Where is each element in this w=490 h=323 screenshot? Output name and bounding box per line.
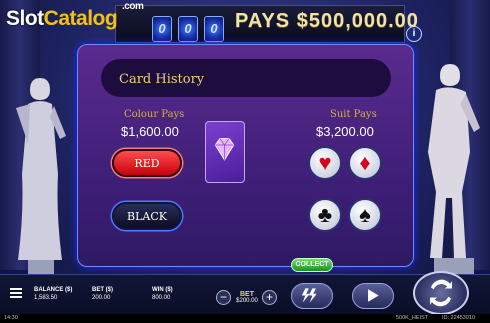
watermark-slot: Slot <box>6 7 44 30</box>
bet-stepper-label: BET <box>240 291 254 298</box>
red-button[interactable]: RED <box>112 149 182 177</box>
gamble-panel: Card History Colour Pays $1,600.00 Suit … <box>77 44 414 267</box>
collect-button[interactable]: COLLECT <box>291 258 333 272</box>
lightning-icon <box>301 288 317 303</box>
balance-display: BALANCE ($) 1,583.50 <box>34 287 72 301</box>
win-display: WIN ($) 800.00 <box>152 287 173 301</box>
hearts-button[interactable]: ♥ <box>308 146 342 180</box>
win-value: 800.00 <box>152 295 171 301</box>
status-time: 14:30 <box>4 315 18 321</box>
spades-button[interactable]: ♠ <box>348 198 382 232</box>
diamonds-button[interactable]: ♦ <box>348 146 382 180</box>
right-statue-image <box>428 64 480 282</box>
colour-pays-label: Colour Pays <box>124 109 185 120</box>
win-label: WIN ($) <box>152 287 173 293</box>
card-history-bar: Card History <box>101 59 391 97</box>
left-statue-image <box>16 78 66 282</box>
watermark-com: .com <box>122 1 144 12</box>
jackpot-symbol-3: 0 <box>204 16 224 42</box>
jackpot-symbol-2: 0 <box>178 16 198 42</box>
diamond-gem-icon <box>214 138 235 161</box>
bet-value: 200.00 <box>92 295 111 301</box>
jackpot-pays-text: PAYS $500,000.00 <box>235 10 419 32</box>
bet-decrease-button[interactable]: − <box>216 290 231 305</box>
bet-label: BET ($) <box>92 287 113 293</box>
colour-pays-value: $1,600.00 <box>121 124 179 139</box>
suit-pays-label: Suit Pays <box>330 109 377 120</box>
bet-display: BET ($) 200.00 <box>92 287 113 301</box>
refresh-icon <box>430 279 452 307</box>
info-button[interactable]: i <box>406 26 422 42</box>
spin-button[interactable] <box>413 271 469 315</box>
bet-increase-button[interactable]: + <box>262 290 277 305</box>
balance-value: 1,583.50 <box>34 295 58 301</box>
slotcatalog-watermark: SlotCatalog .com <box>6 1 144 31</box>
jackpot-symbol-1: 0 <box>152 16 172 42</box>
status-game-name: 500K_HEIST <box>396 315 429 321</box>
face-down-card <box>205 121 245 183</box>
turbo-button[interactable] <box>291 283 333 309</box>
menu-icon[interactable] <box>10 288 22 298</box>
black-button[interactable]: BLACK <box>112 202 182 230</box>
game-screen: 0 0 0 PAYS $500,000.00 SlotCatalog .com … <box>0 0 490 323</box>
balance-label: BALANCE ($) <box>34 287 73 293</box>
watermark-catalog: Catalog <box>43 7 118 30</box>
play-icon <box>368 289 379 302</box>
card-history-title: Card History <box>119 72 205 87</box>
bet-stepper: BET $200.00 <box>235 291 259 304</box>
clubs-button[interactable]: ♣ <box>308 198 342 232</box>
play-button[interactable] <box>352 283 394 309</box>
bet-stepper-value: $200.00 <box>236 298 258 304</box>
status-bar: 14:30 500K_HEIST ID: 22453010 <box>0 314 490 323</box>
status-id: ID: 22453010 <box>442 315 476 321</box>
suit-pays-value: $3,200.00 <box>316 124 374 139</box>
